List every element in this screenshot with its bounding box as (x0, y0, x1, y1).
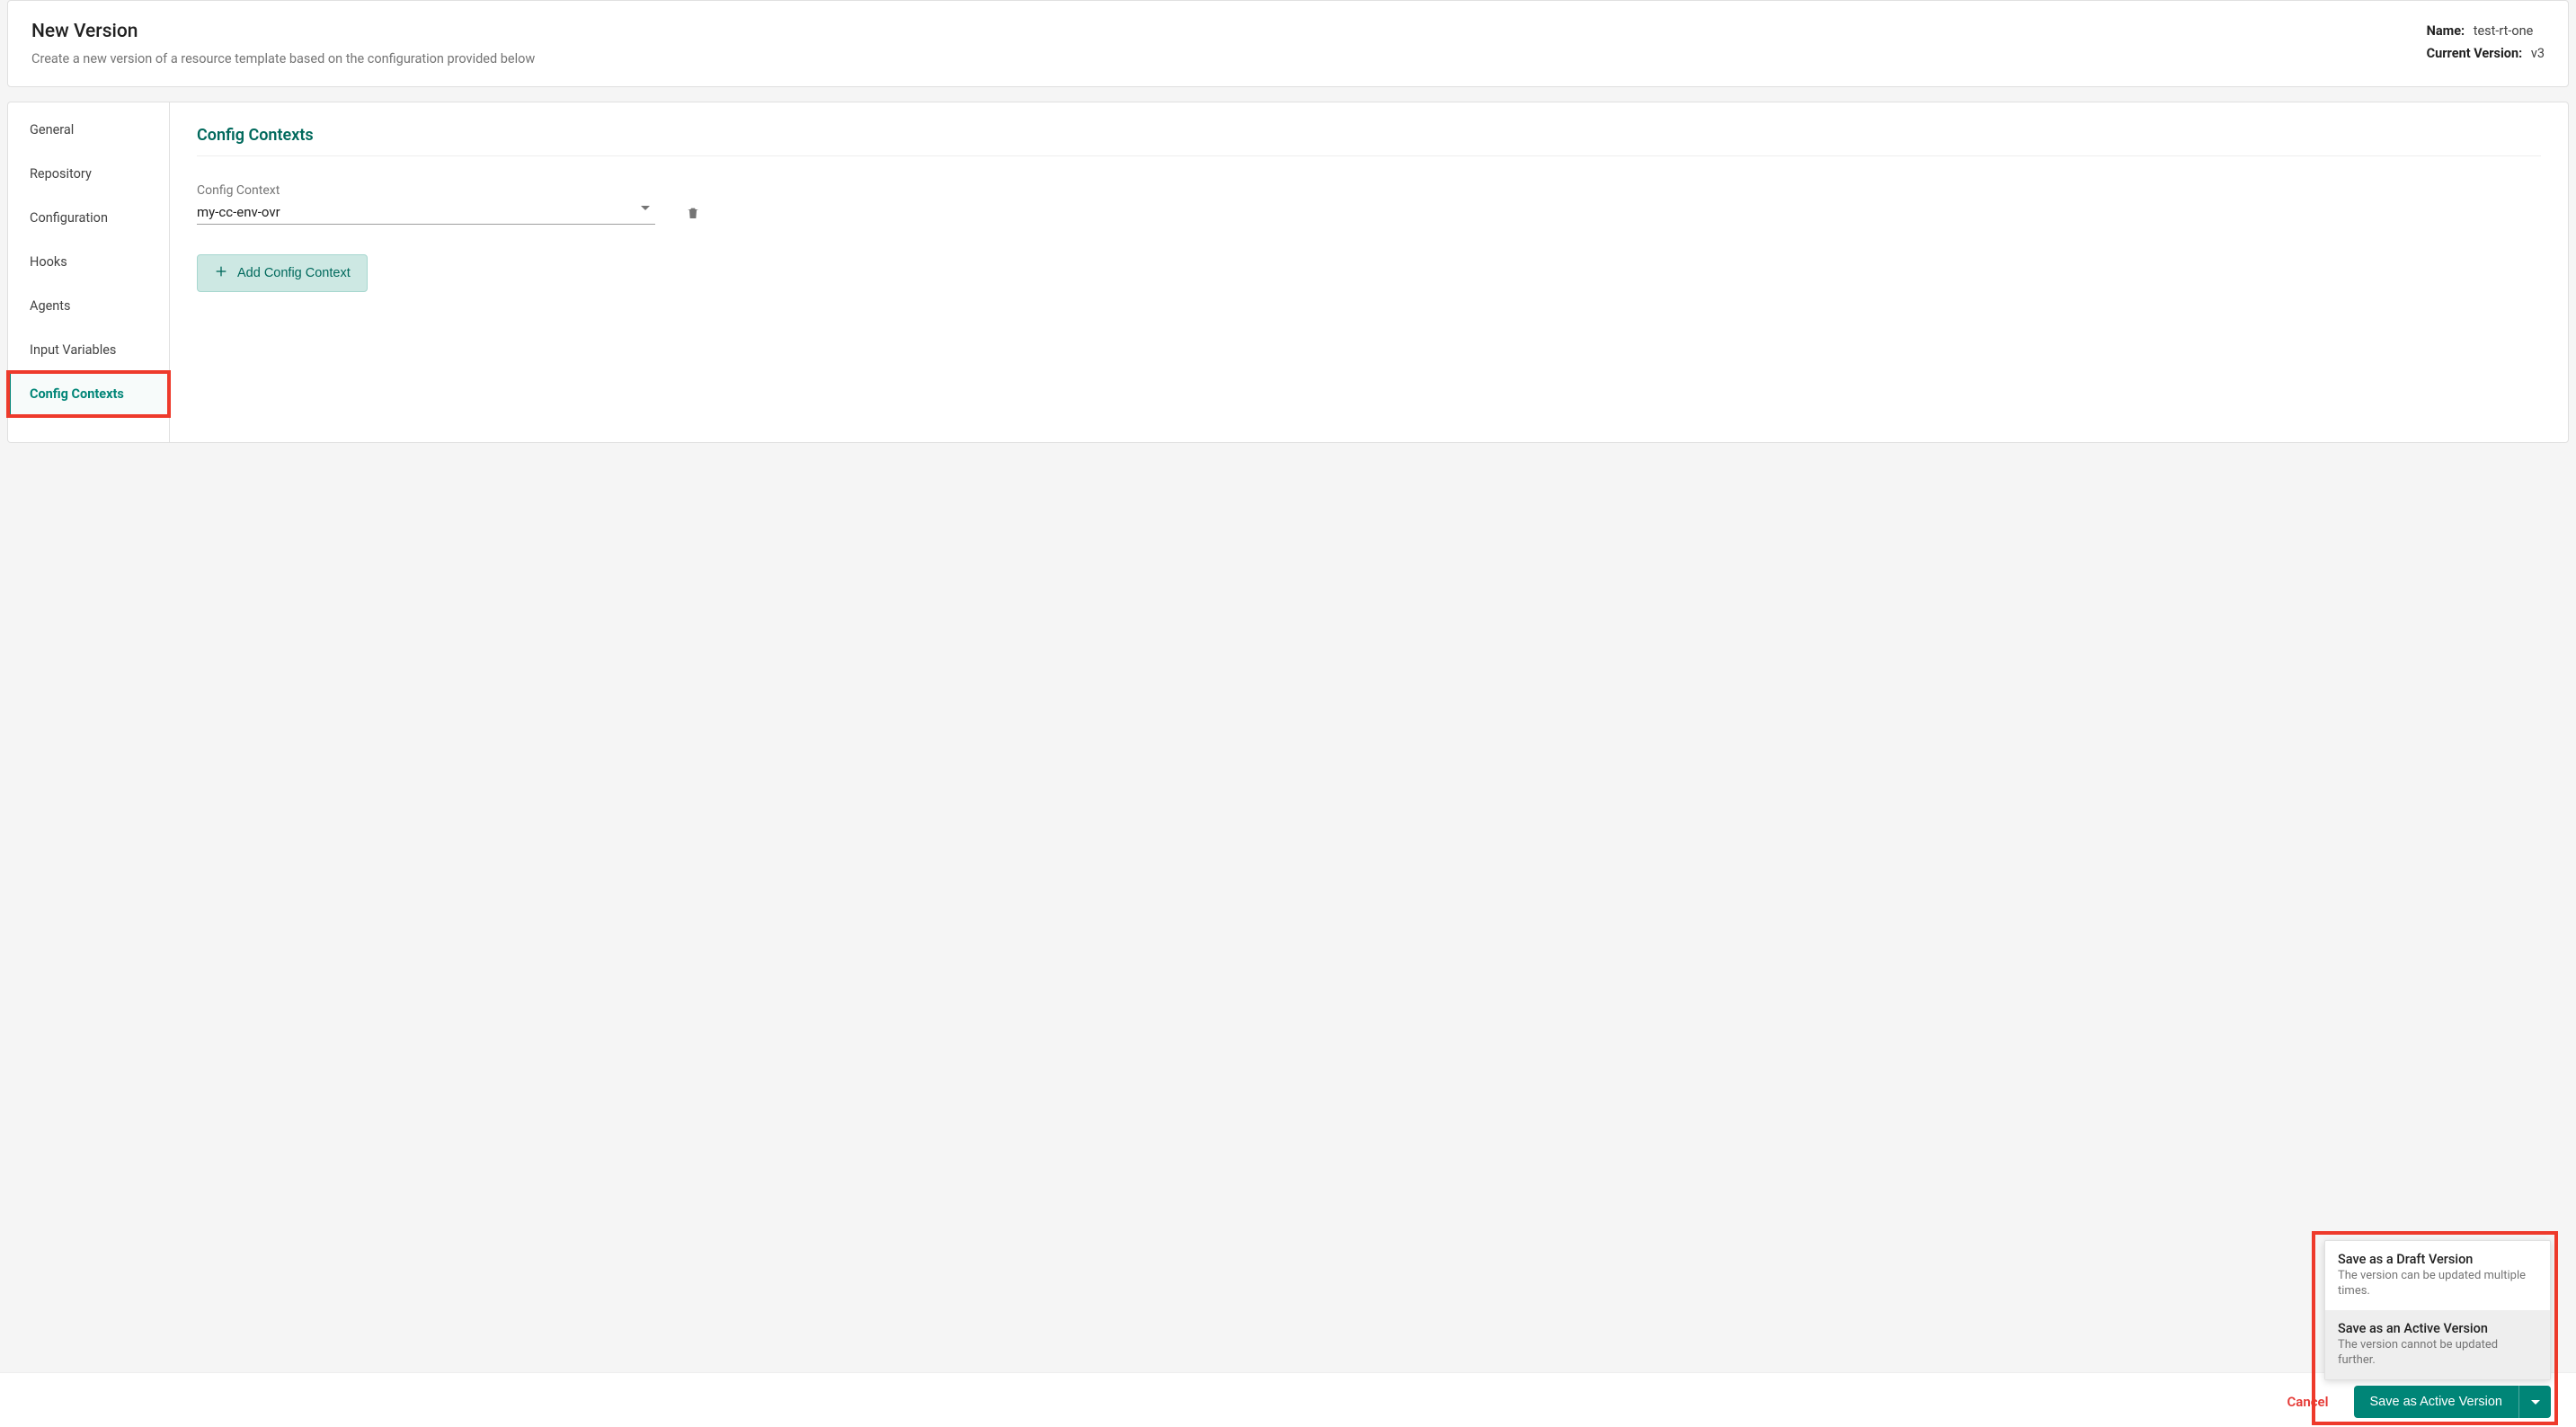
sidebar-item-configuration[interactable]: Configuration (8, 196, 169, 240)
save-button-dropdown-toggle[interactable] (2518, 1386, 2551, 1418)
save-option-draft-title: Save as a Draft Version (2338, 1252, 2537, 1267)
config-context-selected-value: my-cc-env-ovr (197, 204, 655, 220)
version-value: v3 (2531, 46, 2545, 61)
save-dropdown-wrap: Save as a Draft Version The version can … (2354, 1386, 2552, 1418)
save-option-draft-desc: The version can be updated multiple time… (2338, 1269, 2537, 1299)
config-context-label: Config Context (197, 183, 2541, 198)
sidebar-item-hooks[interactable]: Hooks (8, 240, 169, 284)
sidebar-item-general[interactable]: General (8, 108, 169, 152)
chevron-down-icon (641, 206, 650, 210)
sidebar-item-config-contexts[interactable]: Config Contexts (8, 372, 169, 416)
version-label: Current Version: (2427, 43, 2523, 66)
sidebar-item-input-variables[interactable]: Input Variables (8, 328, 169, 372)
header-meta: Name: test-rt-one Current Version: v3 (2427, 21, 2545, 65)
save-option-active-title: Save as an Active Version (2338, 1321, 2537, 1336)
save-option-active-desc: The version cannot be updated further. (2338, 1338, 2537, 1369)
trash-icon (686, 210, 700, 224)
plus-icon (214, 264, 228, 282)
save-options-popover: Save as a Draft Version The version can … (2324, 1240, 2551, 1380)
add-config-context-label: Add Config Context (237, 266, 351, 280)
main-card: General Repository Configuration Hooks A… (7, 102, 2569, 443)
header-card: New Version Create a new version of a re… (7, 0, 2569, 87)
name-value: test-rt-one (2474, 23, 2534, 39)
sidebar-item-repository[interactable]: Repository (8, 152, 169, 196)
content-divider (197, 155, 2541, 156)
content-area: Config Contexts Config Context my-cc-env… (170, 102, 2568, 442)
cancel-button[interactable]: Cancel (2287, 1394, 2328, 1410)
config-context-select[interactable]: my-cc-env-ovr (197, 204, 655, 225)
save-button[interactable]: Save as Active Version (2354, 1386, 2519, 1418)
save-option-draft[interactable]: Save as a Draft Version The version can … (2325, 1241, 2550, 1310)
sidebar-item-agents[interactable]: Agents (8, 284, 169, 328)
sidebar: General Repository Configuration Hooks A… (8, 102, 170, 442)
chevron-down-icon (2531, 1400, 2540, 1405)
footer-bar: Cancel Save as a Draft Version The versi… (0, 1372, 2576, 1427)
save-option-active[interactable]: Save as an Active Version The version ca… (2325, 1310, 2550, 1379)
delete-config-context-button[interactable] (682, 201, 704, 227)
save-button-group: Save as Active Version (2354, 1386, 2552, 1418)
add-config-context-button[interactable]: Add Config Context (197, 254, 368, 292)
name-label: Name: (2427, 21, 2465, 43)
page-subtitle: Create a new version of a resource templ… (31, 51, 535, 66)
page-title: New Version (31, 21, 535, 42)
content-heading: Config Contexts (197, 126, 2541, 145)
